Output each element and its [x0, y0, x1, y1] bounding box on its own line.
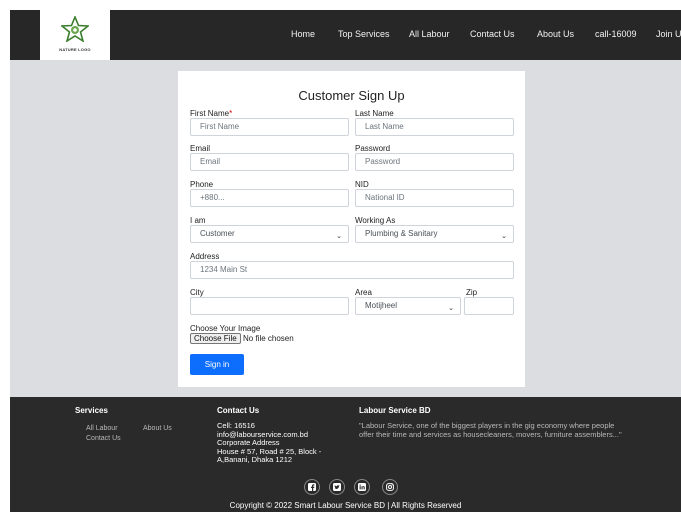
chevron-down-icon: ⌄ [501, 233, 507, 240]
first-name-label: First Name* [190, 109, 233, 118]
facebook-icon[interactable] [304, 479, 320, 495]
email-input[interactable]: Email [190, 153, 349, 171]
role-select-value: Customer [200, 229, 235, 238]
working-as-select[interactable]: Plumbing & Sanitary ⌄ [355, 225, 514, 243]
address-input[interactable]: 1234 Main St [190, 261, 514, 279]
nav-about-us[interactable]: About Us [537, 29, 574, 39]
area-select-value: Motijheel [365, 301, 398, 310]
form-title: Customer Sign Up [298, 88, 405, 103]
nav-home[interactable]: Home [291, 29, 315, 39]
required-mark: * [229, 109, 233, 118]
first-name-input[interactable]: First Name [190, 118, 349, 136]
working-as-select-value: Plumbing & Sanitary [365, 229, 438, 238]
sign-in-button[interactable]: Sign in [190, 354, 244, 375]
logo-text: NATURE LOGO [59, 47, 91, 52]
image-label: Choose Your Image [190, 324, 261, 333]
nav-all-labour[interactable]: All Labour [409, 29, 450, 39]
top-navbar: NATURE LOGO Home Top Services All Labour… [10, 10, 681, 60]
city-label: City [190, 288, 204, 297]
star-logo-icon [61, 16, 89, 42]
nid-input[interactable]: National ID [355, 189, 514, 207]
role-select[interactable]: Customer ⌄ [190, 225, 349, 243]
site-logo[interactable]: NATURE LOGO [40, 10, 110, 60]
nav-contact-us[interactable]: Contact Us [470, 29, 515, 39]
phone-label: Phone [190, 180, 214, 189]
footer-contact-address-line2: A,Banani, Dhaka 1212 [217, 455, 293, 464]
password-label: Password [355, 144, 391, 153]
chevron-down-icon: ⌄ [448, 305, 454, 312]
footer-link-about-us[interactable]: About Us [143, 425, 172, 432]
footer-link-contact-us[interactable]: Contact Us [86, 435, 121, 442]
last-name-label: Last Name [355, 109, 394, 118]
footer-contact-heading: Contact Us [217, 406, 260, 415]
chevron-down-icon: ⌄ [336, 233, 342, 240]
footer-services-heading: Services [75, 406, 108, 415]
footer [10, 397, 681, 512]
address-label: Address [190, 252, 220, 261]
role-label: I am [190, 216, 206, 225]
area-label: Area [355, 288, 372, 297]
footer-link-all-labour[interactable]: All Labour [86, 425, 118, 432]
last-name-input[interactable]: Last Name [355, 118, 514, 136]
twitter-icon[interactable] [329, 479, 345, 495]
working-as-label: Working As [355, 216, 396, 225]
phone-input[interactable]: +880... [190, 189, 349, 207]
footer-about-quote: "Labour Service, one of the biggest play… [359, 421, 622, 439]
nav-top-services[interactable]: Top Services [338, 29, 390, 39]
password-input[interactable]: Password [355, 153, 514, 171]
nav-call[interactable]: call-16009 [595, 29, 637, 39]
email-label: Email [190, 144, 211, 153]
area-select[interactable]: Motijheel ⌄ [355, 297, 461, 315]
footer-about-heading: Labour Service BD [359, 406, 431, 415]
linkedin-icon[interactable] [354, 479, 370, 495]
city-input[interactable] [190, 297, 349, 315]
zip-input[interactable] [464, 297, 514, 315]
zip-label: Zip [466, 288, 478, 297]
nav-join-us[interactable]: Join Us [656, 29, 681, 39]
copyright-text: Copyright © 2022 Smart Labour Service BD… [229, 501, 462, 510]
file-status: No file chosen [243, 334, 294, 343]
choose-file-button[interactable]: Choose File [190, 333, 241, 344]
instagram-icon[interactable] [382, 479, 398, 495]
nid-label: NID [355, 180, 369, 189]
